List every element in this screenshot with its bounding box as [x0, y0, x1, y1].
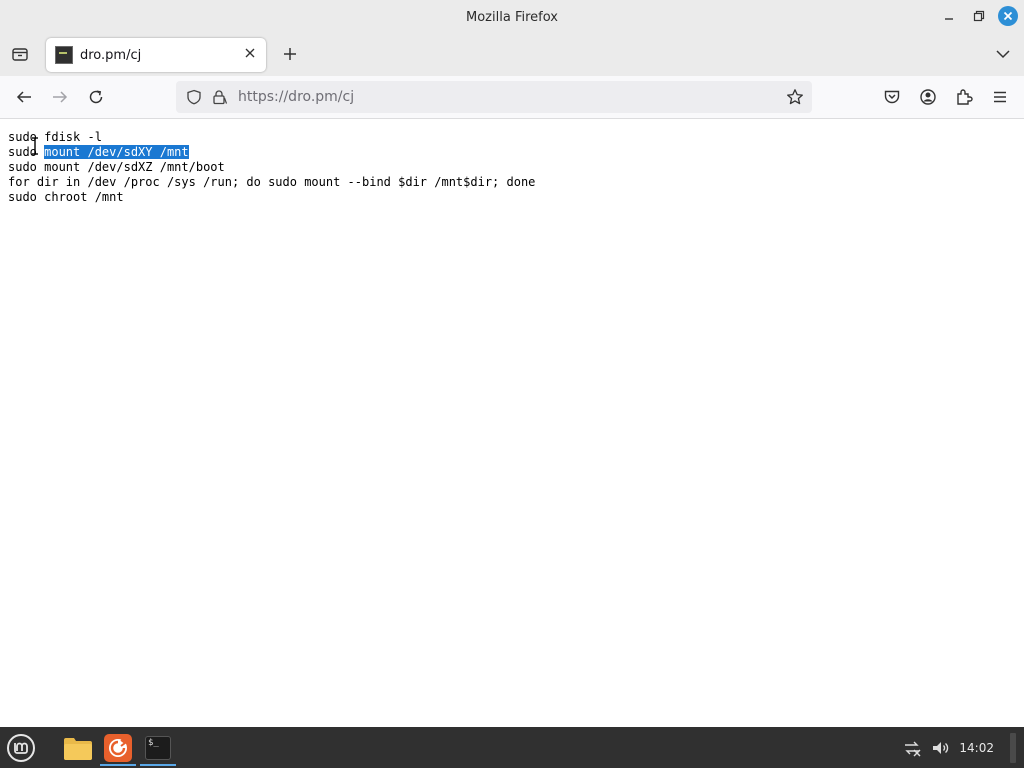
start-menu-button[interactable] [4, 731, 38, 765]
text-cursor-icon [32, 137, 38, 155]
back-button[interactable] [13, 86, 35, 108]
pocket-button[interactable] [881, 86, 903, 108]
site-favicon-icon [55, 46, 73, 64]
hamburger-menu-icon [994, 91, 1006, 103]
tab-list-icon [12, 48, 28, 61]
network-disconnected-icon[interactable] [903, 739, 921, 757]
chevron-down-icon [996, 50, 1010, 59]
minimize-button[interactable] [938, 5, 960, 27]
pocket-icon [884, 90, 900, 104]
volume-icon[interactable] [931, 739, 949, 757]
code-text: sudo chroot /mnt [8, 190, 124, 204]
tabs-overflow-button[interactable] [994, 45, 1012, 63]
app-menu-button[interactable] [989, 86, 1011, 108]
restore-icon [973, 10, 985, 22]
active-app-indicator [100, 764, 136, 766]
account-icon [920, 89, 936, 105]
folder-icon [64, 737, 92, 760]
page-content: sudo fdisk -l sudo mount /dev/sdXY /mnt su… [0, 119, 1024, 727]
code-line: sudo mount /dev/sdXZ /mnt/boot [8, 160, 535, 175]
tab-dro-pm[interactable]: dro.pm/cj [46, 38, 266, 72]
star-icon[interactable] [786, 88, 804, 106]
code-line: sudo fdisk -l [8, 130, 535, 145]
url-text[interactable]: https://dro.pm/cj [238, 89, 354, 105]
system-tray: 14:02 [903, 727, 1016, 768]
active-app-indicator [140, 764, 176, 766]
taskbar-files-button[interactable] [60, 729, 96, 766]
code-text: sudo mount /dev/sdXZ /mnt/boot [8, 160, 225, 174]
reload-icon [89, 90, 103, 104]
minimize-icon [945, 18, 953, 20]
linux-mint-logo-icon [7, 734, 35, 762]
taskbar: $_ 14:02 [0, 727, 1024, 768]
navigation-toolbar: https://dro.pm/cj [0, 76, 1024, 119]
window-title: Mozilla Firefox [466, 9, 558, 25]
window-controls [938, 5, 1018, 27]
code-line: for dir in /dev /proc /sys /run; do sudo… [8, 175, 535, 190]
code-text: sudo fdisk -l [8, 130, 102, 144]
close-window-button[interactable] [998, 6, 1018, 26]
close-tab-button[interactable] [242, 47, 258, 63]
reload-button[interactable] [85, 86, 107, 108]
forward-arrow-icon [53, 91, 68, 103]
code-text: for dir in /dev /proc /sys /run; do sudo… [8, 175, 536, 189]
tracking-shield-icon[interactable] [186, 89, 202, 105]
tab-title: dro.pm/cj [80, 47, 142, 63]
firefox-icon [104, 733, 132, 762]
terminal-icon: $_ [145, 735, 171, 760]
new-tab-button[interactable] [279, 43, 301, 65]
plus-icon [284, 48, 296, 60]
close-icon [245, 48, 255, 58]
extensions-button[interactable] [953, 86, 975, 108]
list-all-tabs-button[interactable] [9, 43, 31, 65]
tab-strip: dro.pm/cj [0, 34, 1024, 76]
code-line: sudo chroot /mnt [8, 190, 535, 205]
extensions-icon [957, 89, 973, 105]
plain-text-document[interactable]: sudo fdisk -l sudo mount /dev/sdXY /mnt su… [8, 130, 535, 205]
taskbar-terminal-button[interactable]: $_ [140, 729, 176, 766]
back-arrow-icon [16, 91, 31, 103]
close-icon [1003, 11, 1013, 21]
window-titlebar: Mozilla Firefox [0, 0, 1024, 34]
lock-icon[interactable] [211, 89, 227, 105]
show-desktop-button[interactable] [1010, 732, 1016, 763]
selected-text: mount /dev/sdXY /mnt [44, 145, 189, 159]
code-line: sudo mount /dev/sdXY /mnt [8, 145, 535, 160]
forward-button[interactable] [49, 86, 71, 108]
taskbar-firefox-button[interactable] [100, 729, 136, 766]
maximize-button[interactable] [968, 5, 990, 27]
url-bar[interactable]: https://dro.pm/cj [176, 81, 812, 113]
clock[interactable]: 14:02 [959, 741, 994, 755]
account-button[interactable] [917, 86, 939, 108]
